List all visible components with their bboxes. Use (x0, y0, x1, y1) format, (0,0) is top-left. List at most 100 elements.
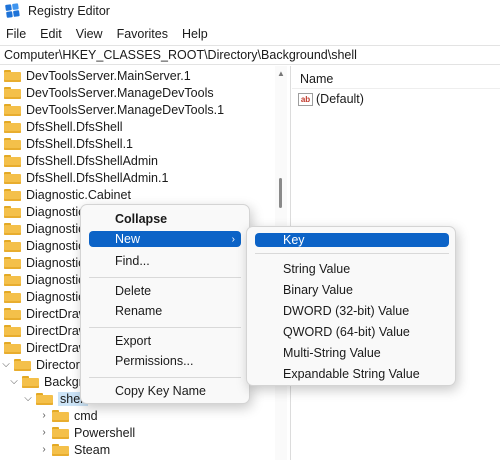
tree-item[interactable]: DevToolsServer.ManageDevTools.1 (4, 101, 224, 118)
tree-item-background[interactable]: ⌵ Backgro (8, 373, 90, 390)
submenu-item-expandable-string-value[interactable]: Expandable String Value (283, 364, 453, 384)
tree-item[interactable]: Diagnostic (4, 203, 84, 220)
tree-item-label: Diagnostic (26, 289, 85, 304)
tree-item[interactable]: DfsShell.DfsShellAdmin.1 (4, 169, 168, 186)
folder-icon (4, 307, 21, 320)
tree-item[interactable]: Diagnostic (4, 220, 84, 237)
tree-item-label: DfsShell.DfsShell (26, 119, 123, 134)
folder-icon (4, 171, 21, 184)
value-name: (Default) (316, 92, 364, 106)
menu-item-rename[interactable]: Rename (115, 301, 235, 321)
tree-item[interactable]: Diagnostic (4, 237, 84, 254)
column-header-name[interactable]: Name (300, 72, 333, 86)
tree-item-label: DevToolsServer.ManageDevTools.1 (26, 102, 225, 117)
tree-item[interactable]: DfsShell.DfsShell (4, 118, 123, 135)
tree-item[interactable]: DfsShell.DfsShell.1 (4, 135, 133, 152)
tree-item-label: DfsShell.DfsShell.1 (26, 136, 133, 151)
menu-item-permissions[interactable]: Permissions... (115, 351, 235, 371)
tree-item-label: DirectDraw (26, 340, 88, 355)
tree-item[interactable]: Diagnostic.Cabinet (4, 186, 131, 203)
folder-icon (4, 341, 21, 354)
tree-item[interactable]: DevToolsServer.ManageDevTools (4, 84, 214, 101)
tree-item[interactable]: DirectDraw (4, 305, 88, 322)
folder-icon (4, 103, 21, 116)
tree-item-label: DirectDraw (26, 323, 88, 338)
folder-icon (52, 426, 69, 439)
tree-item-label: Steam (74, 442, 111, 457)
menu-item-collapse[interactable]: Collapse (115, 209, 235, 229)
folder-icon (4, 137, 21, 150)
folder-icon (4, 324, 21, 337)
tree-item-shell[interactable]: ⌵ shell (22, 390, 88, 407)
tree-item[interactable]: DirectDraw (4, 322, 88, 339)
ab-string-icon: ab (298, 92, 313, 106)
tree-item-label: DirectDraw (26, 306, 88, 321)
tree-item[interactable]: › Powershell (38, 424, 135, 441)
folder-icon (52, 443, 69, 456)
submenu-item-qword-value[interactable]: QWORD (64-bit) Value (283, 322, 443, 342)
chevron-down-icon[interactable]: ⌵ (22, 393, 34, 404)
tree-item-label: Diagnostic (26, 238, 85, 253)
tree-item[interactable]: DirectDraw (4, 339, 88, 356)
tree-item-label: Powershell (74, 425, 136, 440)
menu-item-delete[interactable]: Delete (115, 281, 235, 301)
menu-edit[interactable]: Edit (40, 27, 62, 41)
menu-separator (255, 253, 449, 254)
folder-icon (4, 154, 21, 167)
scrollbar-thumb[interactable] (279, 178, 282, 208)
menu-favorites[interactable]: Favorites (117, 27, 168, 41)
menu-help[interactable]: Help (182, 27, 208, 41)
submenu-item-dword-value[interactable]: DWORD (32-bit) Value (283, 301, 443, 321)
folder-icon (14, 358, 31, 371)
menu-item-new[interactable]: New › (89, 231, 241, 247)
value-row-default[interactable]: ab (Default) (298, 92, 364, 106)
folder-icon (4, 239, 21, 252)
chevron-right-icon[interactable]: › (38, 444, 50, 455)
context-menu: Collapse New › Find... Delete Rename Expo… (80, 204, 250, 404)
menu-separator (89, 377, 241, 378)
menu-view[interactable]: View (76, 27, 103, 41)
tree-item-label: Diagnostic (26, 204, 85, 219)
folder-icon (36, 392, 53, 405)
menu-separator (89, 277, 241, 278)
tree-item[interactable]: Diagnostic (4, 254, 84, 271)
tree-item-label: cmd (74, 408, 98, 423)
menu-file[interactable]: File (6, 27, 26, 41)
chevron-right-icon[interactable]: › (38, 410, 50, 421)
tree-item-label: Diagnostic (26, 255, 85, 270)
folder-icon (4, 188, 21, 201)
tree-item-directory[interactable]: ⌵ Directory (0, 356, 86, 373)
tree-item[interactable]: › cmd (38, 407, 98, 424)
folder-icon (4, 205, 21, 218)
menu-separator (89, 327, 241, 328)
submenu-item-binary-value[interactable]: Binary Value (283, 280, 443, 300)
submenu-item-key[interactable]: Key (255, 233, 449, 247)
chevron-down-icon[interactable]: ⌵ (0, 359, 12, 370)
folder-icon (4, 256, 21, 269)
folder-icon (4, 273, 21, 286)
submenu-item-string-value[interactable]: String Value (283, 259, 443, 279)
submenu-item-multi-string-value[interactable]: Multi-String Value (283, 343, 443, 363)
tree-item-label: Directory (36, 357, 87, 372)
tree-item[interactable]: › Steam (38, 441, 110, 458)
tree-item-label: DevToolsServer.MainServer.1 (26, 68, 191, 83)
address-bar[interactable]: Computer\HKEY_CLASSES_ROOT\Directory\Bac… (0, 45, 500, 65)
tree-item[interactable]: Diagnostic (4, 271, 84, 288)
menu-item-find[interactable]: Find... (115, 251, 235, 271)
tree-item-label: DfsShell.DfsShellAdmin (26, 153, 158, 168)
tree-item-label: Diagnostic (26, 272, 85, 287)
menu-item-export[interactable]: Export (115, 331, 235, 351)
menu-item-copy-key-name[interactable]: Copy Key Name (115, 381, 235, 401)
menu-bar: File Edit View Favorites Help (0, 24, 222, 44)
chevron-down-icon[interactable]: ⌵ (8, 376, 20, 387)
chevron-right-icon[interactable]: › (38, 427, 50, 438)
tree-item-label: DevToolsServer.ManageDevTools (26, 85, 214, 100)
window-title: Registry Editor (28, 4, 110, 18)
title-bar: Registry Editor (0, 0, 500, 22)
tree-item[interactable]: DfsShell.DfsShellAdmin (4, 152, 158, 169)
address-path[interactable]: Computer\HKEY_CLASSES_ROOT\Directory\Bac… (4, 48, 357, 62)
tree-item[interactable]: DevToolsServer.MainServer.1 (4, 67, 191, 84)
registry-cubes-icon (5, 3, 21, 19)
scroll-up-arrow-icon[interactable]: ▲ (277, 69, 285, 78)
tree-item[interactable]: Diagnostic (4, 288, 84, 305)
